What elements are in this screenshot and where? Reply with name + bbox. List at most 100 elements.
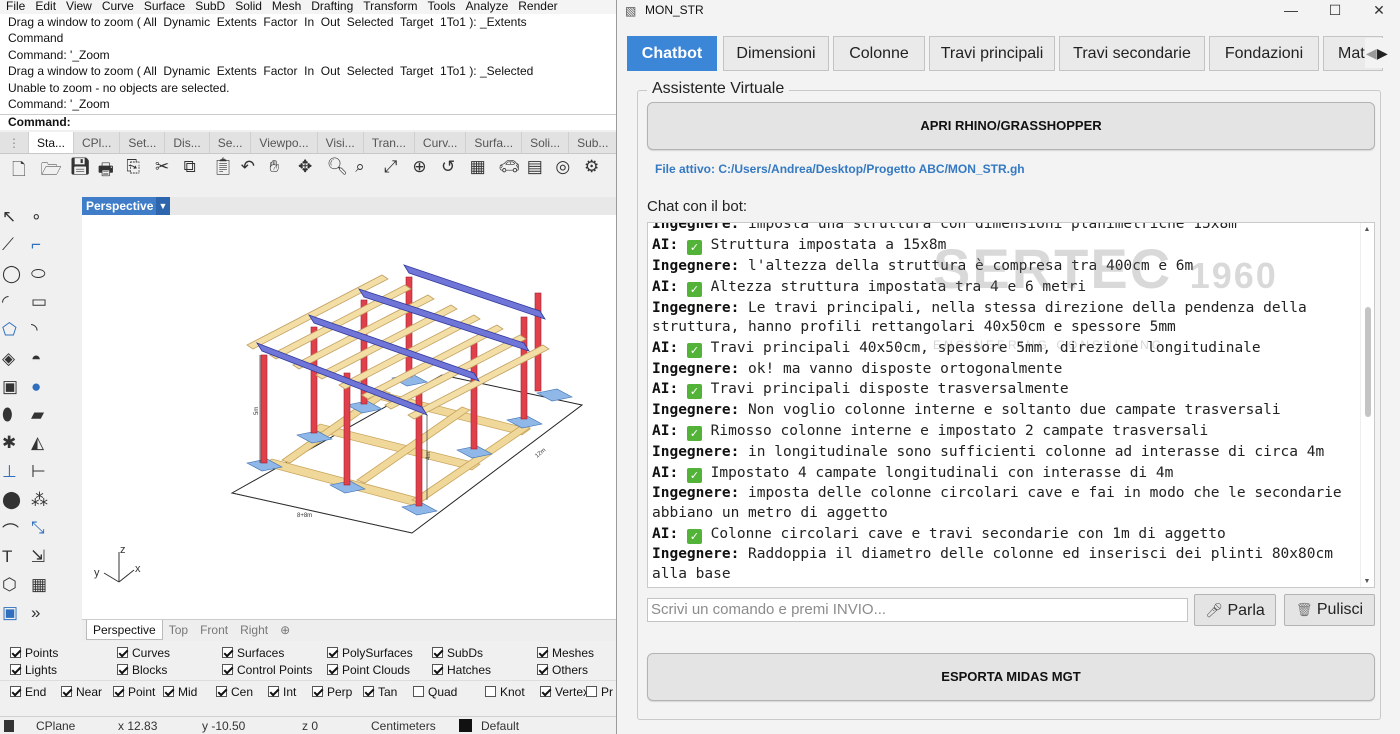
- osnap-pr[interactable]: Pr: [586, 684, 613, 700]
- command-input[interactable]: Scrivi un comando e premi INVIO...: [647, 598, 1188, 622]
- osnap-checkbox[interactable]: [163, 686, 174, 697]
- layout-icon[interactable]: ▦: [31, 575, 53, 597]
- menu-item-subd[interactable]: SubD: [195, 0, 225, 12]
- filter-polysurfaces[interactable]: PolySurfaces: [327, 645, 413, 661]
- osnap-checkbox[interactable]: [540, 686, 551, 697]
- split-icon[interactable]: ⤡: [31, 518, 53, 540]
- zoom-extents-icon[interactable]: ⤢︎: [384, 157, 406, 179]
- print-icon[interactable]: 🖶︎: [98, 157, 120, 179]
- osnap-tan[interactable]: Tan: [363, 684, 397, 700]
- car-icon[interactable]: 🚗︎: [498, 157, 520, 179]
- target-icon[interactable]: ◎︎: [555, 157, 577, 179]
- filter-checkbox[interactable]: [117, 647, 128, 658]
- boolean-icon[interactable]: ◭: [31, 433, 53, 455]
- toolbar-tab[interactable]: CPl...: [74, 132, 121, 153]
- tab-dimensioni[interactable]: Dimensioni: [723, 36, 829, 71]
- move-icon[interactable]: ⇲: [31, 547, 53, 569]
- osnap-checkbox[interactable]: [61, 686, 72, 697]
- chat-scrollbar[interactable]: ▲ ▼: [1360, 223, 1374, 587]
- plane-icon[interactable]: ▰: [31, 405, 53, 427]
- cylinder-icon[interactable]: ⬮: [2, 405, 24, 427]
- menu-item-transform[interactable]: Transform: [363, 0, 417, 12]
- viewport-tab-front[interactable]: Front: [194, 620, 234, 640]
- osnap-checkbox[interactable]: [113, 686, 124, 697]
- arc-icon[interactable]: ◜: [2, 292, 24, 314]
- select-icon[interactable]: ↖: [2, 207, 24, 229]
- filter-checkbox[interactable]: [222, 647, 233, 658]
- tab-scroll-left-icon[interactable]: ◀: [1366, 38, 1377, 68]
- filter-point-clouds[interactable]: Point Clouds: [327, 662, 410, 678]
- mesh-icon[interactable]: ⬡: [2, 575, 24, 597]
- scroll-up-icon[interactable]: ▲: [1363, 226, 1371, 234]
- tab-travi-secondarie[interactable]: Travi secondarie: [1059, 36, 1205, 71]
- osnap-end[interactable]: End: [10, 684, 46, 700]
- close-button[interactable]: ✕: [1357, 0, 1400, 22]
- menu-item-render[interactable]: Render: [518, 0, 557, 12]
- speak-button[interactable]: 🎤︎ Parla: [1194, 594, 1276, 626]
- osnap-checkbox[interactable]: [413, 686, 424, 697]
- osnap-checkbox[interactable]: [312, 686, 323, 697]
- filter-checkbox[interactable]: [537, 664, 548, 675]
- explode-icon[interactable]: ✱: [2, 433, 24, 455]
- export-midas-button[interactable]: ESPORTA MIDAS MGT: [647, 653, 1375, 701]
- menu-item-edit[interactable]: Edit: [35, 0, 56, 12]
- filter-checkbox[interactable]: [432, 647, 443, 658]
- fillet-icon[interactable]: ◝: [31, 320, 53, 342]
- menu-item-curve[interactable]: Curve: [102, 0, 134, 12]
- filter-checkbox[interactable]: [432, 664, 443, 675]
- toolbar-tab[interactable]: Surfa...: [466, 132, 523, 153]
- status-layer[interactable]: Default: [481, 719, 519, 733]
- toolbar-tab[interactable]: Set...: [120, 132, 166, 153]
- dimension-icon[interactable]: ⊢: [31, 462, 53, 484]
- perspective-viewport[interactable]: 8+8m 12m 4m 5m z x y: [82, 215, 616, 619]
- menu-item-drafting[interactable]: Drafting: [311, 0, 353, 12]
- osnap-int[interactable]: Int: [268, 684, 296, 700]
- viewport-tab-right[interactable]: Right: [234, 620, 274, 640]
- box-icon[interactable]: ▣: [2, 377, 24, 399]
- add-viewport-tab-icon[interactable]: ⊕: [274, 620, 296, 640]
- filter-others[interactable]: Others: [537, 662, 588, 678]
- filter-curves[interactable]: Curves: [117, 645, 170, 661]
- toolbar-tab[interactable]: Curv...: [415, 132, 467, 153]
- filter-checkbox[interactable]: [327, 664, 338, 675]
- tab-fondazioni[interactable]: Fondazioni: [1209, 36, 1319, 71]
- rectangle-icon[interactable]: ▭: [31, 292, 53, 314]
- filter-checkbox[interactable]: [10, 664, 21, 675]
- osnap-mid[interactable]: Mid: [163, 684, 197, 700]
- menu-item-tools[interactable]: Tools: [428, 0, 456, 12]
- status-cplane[interactable]: CPlane: [36, 719, 75, 733]
- polyline-icon[interactable]: ⌐: [31, 235, 53, 257]
- save-icon[interactable]: 💾︎: [69, 157, 91, 179]
- menu-item-surface[interactable]: Surface: [144, 0, 185, 12]
- rotate-view-icon[interactable]: ✥︎: [298, 157, 320, 179]
- group-icon[interactable]: ⬤: [2, 490, 24, 512]
- toolbar-tab[interactable]: Dis...: [165, 132, 210, 153]
- text-icon[interactable]: T: [2, 547, 24, 569]
- osnap-checkbox[interactable]: [268, 686, 279, 697]
- revolve-icon[interactable]: ◓: [31, 349, 53, 371]
- sphere-icon[interactable]: ●: [31, 377, 53, 399]
- point-icon[interactable]: ∘: [31, 207, 53, 229]
- filter-checkbox[interactable]: [327, 647, 338, 658]
- osnap-quad[interactable]: Quad: [413, 684, 457, 700]
- filter-lights[interactable]: Lights: [10, 662, 57, 678]
- open-icon[interactable]: 🗁︎: [41, 157, 63, 179]
- filter-checkbox[interactable]: [10, 647, 21, 658]
- clear-button[interactable]: 🗑︎ Pulisci: [1284, 594, 1375, 626]
- tab-chatbot[interactable]: Chatbot: [627, 36, 717, 71]
- osnap-checkbox[interactable]: [363, 686, 374, 697]
- surface-icon[interactable]: ◈: [2, 349, 24, 371]
- filter-meshes[interactable]: Meshes: [537, 645, 594, 661]
- tab-travi-principali[interactable]: Travi principali: [929, 36, 1055, 71]
- more-icon[interactable]: ▣: [2, 603, 24, 625]
- settings-icon[interactable]: ⚙︎: [584, 157, 606, 179]
- menu-item-view[interactable]: View: [66, 0, 92, 12]
- scroll-thumb[interactable]: [1365, 307, 1371, 417]
- filter-checkbox[interactable]: [117, 664, 128, 675]
- status-units[interactable]: Centimeters: [371, 719, 436, 733]
- filter-hatches[interactable]: Hatches: [432, 662, 491, 678]
- filter-checkbox[interactable]: [537, 647, 548, 658]
- toolbar-tab[interactable]: Viewpo...: [251, 132, 318, 153]
- toolbar-tab[interactable]: Tran...: [364, 132, 415, 153]
- filter-surfaces[interactable]: Surfaces: [222, 645, 284, 661]
